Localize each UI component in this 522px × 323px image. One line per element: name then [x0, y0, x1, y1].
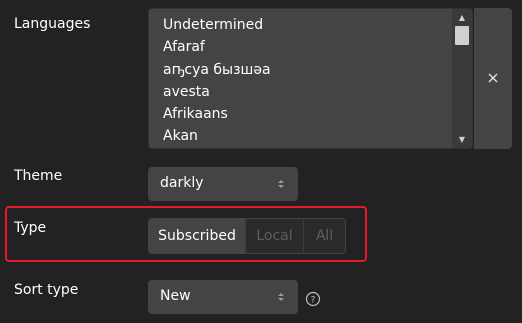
close-icon — [488, 73, 498, 83]
language-option[interactable]: avesta — [163, 81, 271, 103]
languages-scrollbar[interactable]: ▲ ▼ — [452, 9, 472, 148]
language-option[interactable]: Akan — [163, 125, 271, 147]
settings-form: Languages Undetermined Afaraf аҧсуа бызш… — [0, 0, 522, 323]
theme-label: Theme — [14, 168, 63, 184]
sort-type-label: Sort type — [14, 282, 79, 298]
question-circle-icon[interactable]: ? — [305, 291, 321, 307]
sort-type-select[interactable]: New — [148, 280, 298, 314]
sort-type-select-value: New — [160, 288, 191, 304]
language-option[interactable]: аҧсуа бызшәа — [163, 59, 271, 81]
type-local-button[interactable]: Local — [245, 219, 303, 253]
scroll-up-arrow-icon[interactable]: ▲ — [452, 11, 472, 25]
languages-options: Undetermined Afaraf аҧсуа бызшәа avesta … — [163, 14, 271, 148]
type-all-button[interactable]: All — [303, 219, 345, 253]
type-label: Type — [14, 220, 47, 236]
scroll-down-arrow-icon[interactable]: ▼ — [452, 133, 472, 147]
clear-languages-button[interactable] — [474, 8, 512, 149]
languages-label: Languages — [14, 16, 91, 32]
select-arrows-icon — [278, 180, 284, 188]
language-option[interactable]: Undetermined — [163, 14, 271, 36]
language-option[interactable]: Afrikaans — [163, 103, 271, 125]
type-subscribed-button[interactable]: Subscribed — [149, 219, 245, 253]
language-option[interactable]: Afaraf — [163, 36, 271, 58]
theme-select-value: darkly — [160, 175, 204, 191]
select-arrows-icon — [278, 293, 284, 301]
type-button-group: Subscribed Local All — [148, 218, 346, 254]
scroll-thumb[interactable] — [455, 26, 469, 45]
theme-select[interactable]: darkly — [148, 167, 298, 201]
svg-text:?: ? — [311, 296, 316, 306]
languages-select[interactable]: Undetermined Afaraf аҧсуа бызшәа avesta … — [148, 8, 473, 149]
